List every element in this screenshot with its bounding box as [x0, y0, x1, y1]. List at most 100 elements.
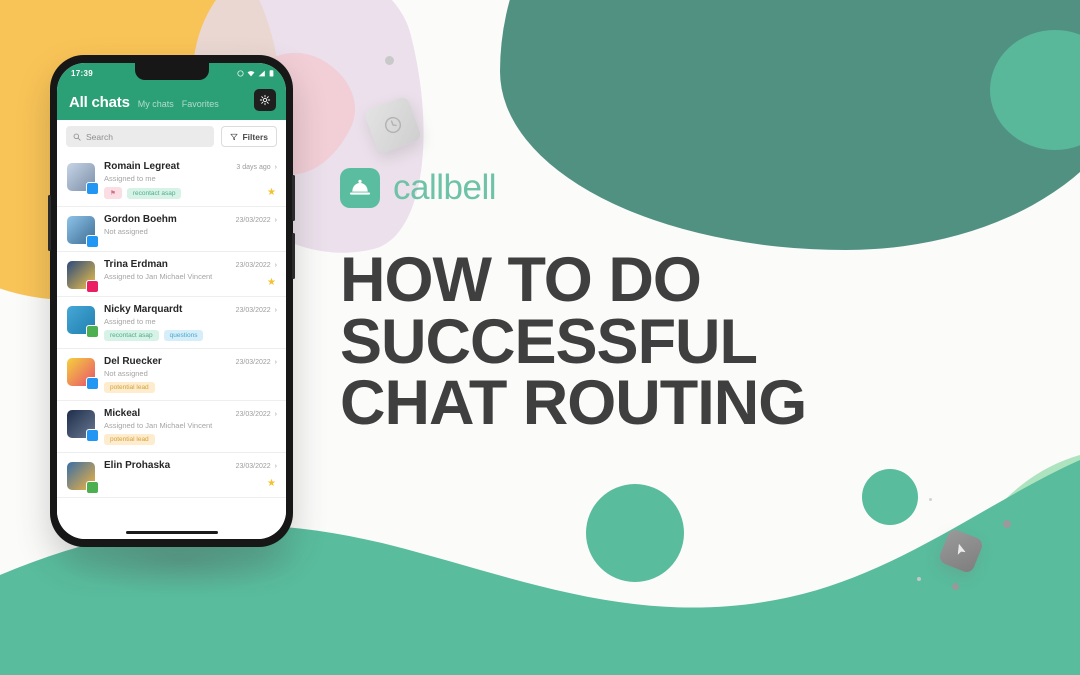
chat-tag[interactable]: ⚑: [104, 187, 122, 199]
phone-notch: [134, 63, 209, 80]
channel-badge-messenger: [86, 182, 99, 195]
chat-assignment: Not assigned: [104, 369, 148, 378]
filters-label: Filters: [242, 131, 268, 142]
status-bar: 17:39: [57, 63, 286, 83]
chat-list-item[interactable]: Del Ruecker 23/03/2022 › Not assigned potent…: [57, 349, 286, 401]
phone-mockup: 17:39 All chats My chats Favorites Searc…: [48, 55, 306, 595]
brand-lockup: callbell: [340, 168, 940, 208]
avatar: [67, 261, 99, 293]
chevron-right-icon: ›: [274, 307, 277, 314]
clock-icon: [384, 116, 402, 134]
tab-my-chats[interactable]: My chats: [138, 99, 174, 109]
battery-icon: [269, 70, 274, 77]
chat-item-body: Nicky Marquardt 23/03/2022 › Assigned to me…: [95, 304, 277, 341]
chat-meta: 3 days ago ›: [236, 164, 277, 171]
chat-tags: potential lead: [104, 382, 277, 393]
tab-all-chats[interactable]: All chats: [69, 94, 130, 111]
chat-timestamp: 23/03/2022: [235, 463, 271, 470]
chat-timestamp: 3 days ago: [236, 164, 271, 171]
avatar: [67, 462, 99, 494]
search-input[interactable]: Search: [66, 126, 215, 147]
phone-power-button: [292, 233, 295, 279]
chat-assignment: Assigned to Jan Michael Vincent: [104, 272, 213, 281]
chat-list-item[interactable]: Elin Prohaska 23/03/2022 › ★: [57, 453, 286, 498]
app-bar: All chats My chats Favorites: [57, 83, 286, 120]
green-circle-large: [586, 484, 684, 582]
chat-item-body: Trina Erdman 23/03/2022 › Assigned to Jan M…: [95, 259, 277, 289]
chat-tag[interactable]: potential lead: [104, 382, 155, 393]
headline-line-1: HOW TO DO: [340, 245, 702, 315]
chat-item-header: Gordon Boehm 23/03/2022 ›: [104, 214, 277, 225]
phone-volume-button: [48, 195, 51, 251]
chat-meta: 23/03/2022 ›: [236, 217, 277, 224]
chat-timestamp: 23/03/2022: [235, 307, 271, 314]
status-time: 17:39: [71, 68, 93, 78]
chat-item-header: Romain Legreat 3 days ago ›: [104, 161, 277, 172]
chat-item-header: Nicky Marquardt 23/03/2022 ›: [104, 304, 277, 315]
home-indicator-area: [57, 525, 286, 539]
chat-tabs: All chats My chats Favorites: [69, 94, 219, 111]
avatar: [67, 306, 99, 338]
notification-icon: [237, 69, 244, 77]
avatar: [67, 163, 99, 195]
decor-dot: [952, 583, 959, 590]
chat-item-header: Trina Erdman 23/03/2022 ›: [104, 259, 277, 270]
search-placeholder-text: Search: [86, 131, 113, 142]
chat-item-header: Elin Prohaska 23/03/2022 ›: [104, 460, 277, 471]
channel-badge-instagram: [86, 280, 99, 293]
chat-tag[interactable]: recontact asap: [126, 187, 182, 199]
channel-badge-telegram: [86, 429, 99, 442]
filters-button[interactable]: Filters: [221, 126, 277, 147]
chat-tag[interactable]: potential lead: [104, 434, 155, 445]
favorite-star-icon[interactable]: ★: [267, 277, 276, 288]
chat-assignment: Assigned to me: [104, 174, 156, 183]
chevron-right-icon: ›: [274, 411, 277, 418]
chat-list-item[interactable]: Romain Legreat 3 days ago › Assigned to me ⚑…: [57, 154, 286, 207]
chat-tags: ⚑ recontact asap: [104, 187, 277, 199]
chat-list-item[interactable]: Nicky Marquardt 23/03/2022 › Assigned to me…: [57, 297, 286, 349]
tab-favorites[interactable]: Favorites: [182, 99, 219, 109]
avatar: [67, 216, 99, 248]
chevron-right-icon: ›: [274, 217, 277, 224]
chat-meta: 23/03/2022 ›: [236, 463, 277, 470]
chat-timestamp: 23/03/2022: [235, 411, 271, 418]
chat-list-item[interactable]: Mickeal 23/03/2022 › Assigned to Jan Michae…: [57, 401, 286, 453]
chat-tag[interactable]: recontact asap: [104, 330, 159, 341]
channel-badge-telegram: [86, 235, 99, 248]
chat-item-body: Del Ruecker 23/03/2022 › Not assigned potent…: [95, 356, 277, 393]
chat-assignment: Assigned to me: [104, 317, 156, 326]
chevron-right-icon: ›: [274, 359, 277, 366]
wifi-icon: [247, 70, 255, 76]
chat-contact-name: Romain Legreat: [104, 161, 180, 172]
decor-dot: [385, 56, 394, 65]
chat-item-header: Del Ruecker 23/03/2022 ›: [104, 356, 277, 367]
chat-meta: 23/03/2022 ›: [236, 262, 277, 269]
search-icon: [73, 133, 81, 141]
chat-contact-name: Elin Prohaska: [104, 460, 171, 471]
chat-meta: 23/03/2022 ›: [236, 359, 277, 366]
chat-list[interactable]: Romain Legreat 3 days ago › Assigned to me ⚑…: [57, 154, 286, 525]
favorite-star-icon[interactable]: ★: [267, 187, 276, 198]
chat-contact-name: Del Ruecker: [104, 356, 162, 367]
signal-icon: [258, 70, 265, 76]
chevron-right-icon: ›: [274, 164, 277, 171]
decor-dot: [1003, 520, 1011, 528]
chat-list-item[interactable]: Trina Erdman 23/03/2022 › Assigned to Jan M…: [57, 252, 286, 297]
brand-name: callbell: [393, 168, 497, 207]
chat-list-item[interactable]: Gordon Boehm 23/03/2022 › Not assigned: [57, 207, 286, 252]
search-row: Search Filters: [57, 120, 286, 154]
decor-dot: [929, 498, 932, 501]
chat-contact-name: Mickeal: [104, 408, 141, 419]
decor-dot: [917, 577, 921, 581]
channel-badge-telegram: [86, 377, 99, 390]
phone-screen: 17:39 All chats My chats Favorites Searc…: [57, 63, 286, 539]
chat-item-body: Mickeal 23/03/2022 › Assigned to Jan Michae…: [95, 408, 277, 445]
chat-tag[interactable]: questions: [163, 330, 204, 341]
avatar: [67, 358, 99, 390]
settings-button[interactable]: [254, 89, 276, 111]
chat-item-body: Romain Legreat 3 days ago › Assigned to me ⚑…: [95, 161, 277, 199]
avatar: [67, 410, 99, 442]
favorite-star-icon[interactable]: ★: [267, 478, 276, 489]
chevron-right-icon: ›: [274, 463, 277, 470]
chat-contact-name: Nicky Marquardt: [104, 304, 183, 315]
